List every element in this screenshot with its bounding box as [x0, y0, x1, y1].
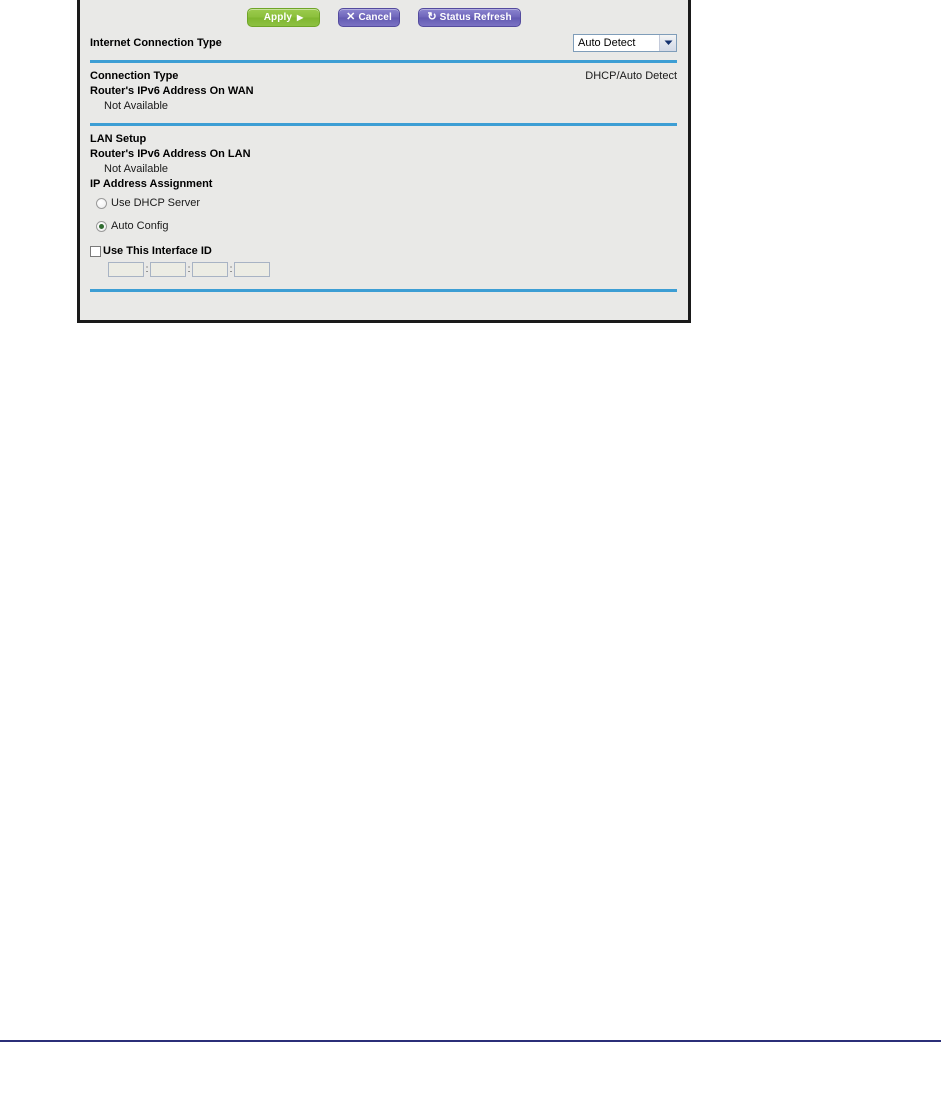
status-refresh-button-label: Status Refresh	[439, 12, 512, 23]
use-this-interface-id-checkbox-row[interactable]: Use This Interface ID	[90, 244, 677, 259]
chevron-down-icon[interactable]	[659, 35, 676, 51]
wan-status-section: Connection Type DHCP/Auto Detect Router'…	[90, 69, 677, 114]
divider-line-3	[90, 289, 677, 292]
radio-option-auto-config[interactable]: Auto Config	[96, 218, 677, 235]
ip-assignment-radio-group: Use DHCP Server Auto Config	[90, 195, 677, 235]
interface-id-fields: : : :	[90, 262, 677, 277]
router-ipv6-wan-label: Router's IPv6 Address On WAN	[90, 85, 254, 97]
play-arrow-icon: ▶	[297, 12, 304, 22]
interface-id-field-3[interactable]	[192, 262, 228, 277]
router-ipv6-lan-value: Not Available	[104, 163, 169, 175]
connection-type-row: Connection Type DHCP/Auto Detect	[90, 69, 677, 84]
divider-line-2	[90, 123, 677, 126]
cancel-button-label: Cancel	[358, 12, 392, 23]
action-toolbar: Apply ▶ ✕ Cancel ↻ Status Refresh	[80, 0, 688, 31]
page-footer-rule	[0, 1040, 941, 1042]
close-icon: ✕	[346, 11, 356, 23]
internet-connection-type-select[interactable]: Auto Detect	[573, 34, 677, 52]
checkbox-indicator-use-this-interface-id[interactable]	[90, 246, 101, 257]
panel-content: Internet Connection Type Auto Detect Con…	[80, 31, 688, 292]
router-ipv6-wan-value: Not Available	[104, 100, 169, 112]
connection-type-label: Connection Type	[90, 70, 179, 82]
radio-indicator-auto-config[interactable]	[96, 221, 107, 232]
interface-id-field-4[interactable]	[234, 262, 270, 277]
radio-label-use-dhcp-server: Use DHCP Server	[111, 197, 201, 209]
router-ipv6-lan-label: Router's IPv6 Address On LAN	[90, 148, 251, 160]
internet-connection-type-row: Internet Connection Type Auto Detect	[90, 31, 677, 55]
internet-connection-type-selected-value: Auto Detect	[578, 37, 636, 49]
use-this-interface-id-label: Use This Interface ID	[103, 245, 212, 257]
connection-type-value: DHCP/Auto Detect	[585, 70, 677, 82]
interface-id-field-2[interactable]	[150, 262, 186, 277]
radio-label-auto-config: Auto Config	[111, 220, 169, 232]
cancel-button[interactable]: ✕ Cancel	[338, 8, 400, 27]
radio-option-use-dhcp-server[interactable]: Use DHCP Server	[96, 195, 677, 212]
status-refresh-button[interactable]: ↻ Status Refresh	[418, 8, 521, 27]
apply-button[interactable]: Apply ▶	[247, 8, 320, 27]
apply-button-label: Apply	[263, 12, 292, 23]
lan-setup-section: LAN Setup Router's IPv6 Address On LAN N…	[90, 132, 677, 277]
divider-line-1	[90, 60, 677, 63]
refresh-icon: ↻	[427, 11, 437, 23]
interface-id-field-1[interactable]	[108, 262, 144, 277]
router-settings-panel: Apply ▶ ✕ Cancel ↻ Status Refresh Intern…	[77, 0, 691, 323]
ip-address-assignment-label: IP Address Assignment	[90, 178, 213, 190]
internet-connection-type-label: Internet Connection Type	[90, 36, 222, 49]
radio-indicator-use-dhcp-server[interactable]	[96, 198, 107, 209]
lan-setup-heading: LAN Setup	[90, 133, 147, 145]
